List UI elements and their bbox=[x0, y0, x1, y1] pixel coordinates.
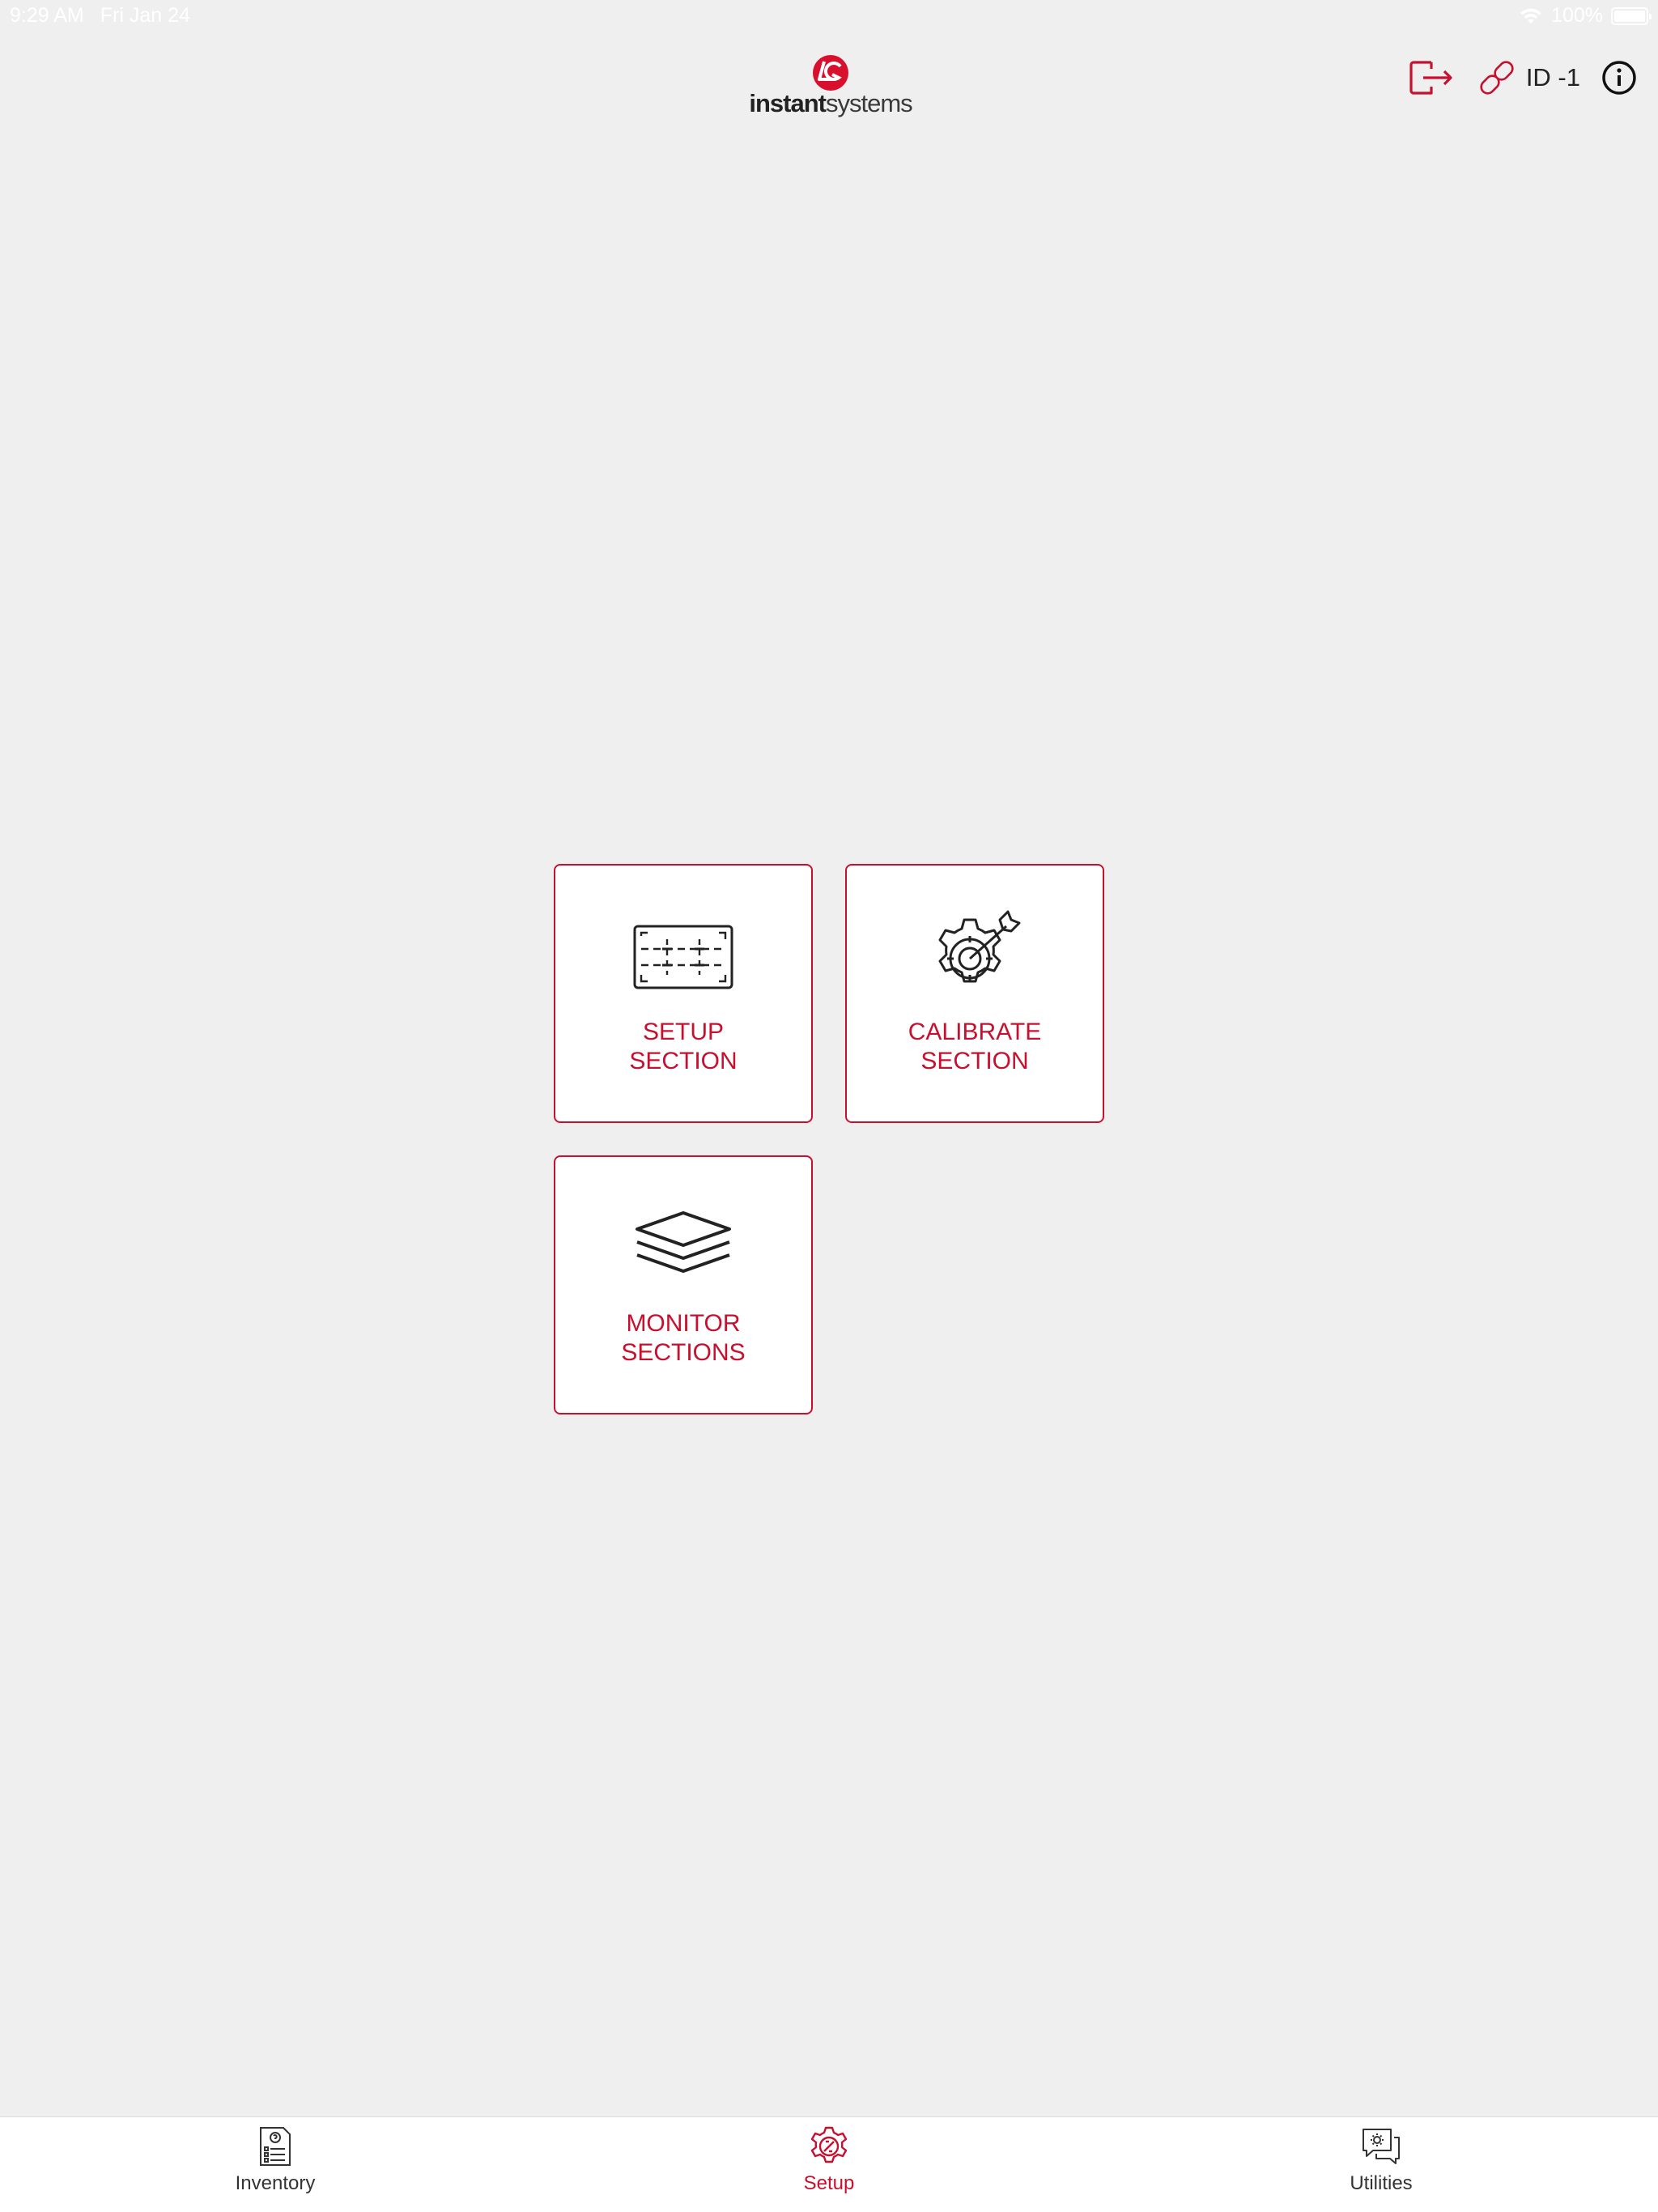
utilities-chat-gear-icon bbox=[1363, 2129, 1400, 2164]
tab-label: Utilities bbox=[1350, 2172, 1413, 2194]
setup-section-tile[interactable]: SETUP SECTION bbox=[554, 864, 813, 1123]
setup-gear-icon bbox=[810, 2126, 848, 2163]
tile-label-line2: SECTION bbox=[629, 1048, 738, 1074]
tile-label-line2: SECTION bbox=[920, 1048, 1029, 1074]
tile-label-line1: MONITOR bbox=[626, 1310, 741, 1337]
tab-setup[interactable]: Setup bbox=[708, 2117, 950, 2212]
monitor-sections-tile[interactable]: MONITOR SECTIONS bbox=[554, 1155, 813, 1414]
info-button[interactable] bbox=[1600, 58, 1639, 97]
logout-button[interactable] bbox=[1406, 55, 1456, 100]
status-right: 100% bbox=[1519, 4, 1652, 28]
tile-icon-wrapper bbox=[631, 1204, 736, 1293]
status-date: Fri Jan 24 bbox=[100, 4, 190, 27]
logout-icon bbox=[1409, 61, 1452, 95]
tab-utilities[interactable]: Utilities bbox=[1260, 2117, 1503, 2212]
instant-systems-logo: instantsystems bbox=[746, 52, 916, 125]
tile-label-line1: SETUP bbox=[642, 1019, 725, 1045]
device-id-label: ID -1 bbox=[1525, 63, 1580, 91]
status-left: 9:29 AM Fri Jan 24 bbox=[10, 4, 190, 28]
tab-icon-wrapper bbox=[808, 2125, 850, 2167]
tab-icon-wrapper bbox=[1360, 2125, 1402, 2167]
tile-label-line1: CALIBRATE bbox=[908, 1019, 1042, 1045]
status-bar: 9:29 AM Fri Jan 24 100% bbox=[0, 0, 1658, 32]
tile-label: SETUP SECTION bbox=[555, 1018, 811, 1076]
tab-label: Inventory bbox=[235, 2172, 316, 2194]
logo-text: instantsystems bbox=[749, 89, 912, 118]
tile-icon-wrapper bbox=[631, 912, 736, 1002]
link-button[interactable] bbox=[1474, 55, 1520, 100]
battery-percent: 100% bbox=[1551, 4, 1603, 27]
wifi-icon bbox=[1520, 8, 1542, 23]
tab-bar: Inventory Setup Utilities bbox=[0, 2116, 1658, 2212]
info-icon bbox=[1602, 61, 1636, 95]
tab-inventory[interactable]: Inventory bbox=[154, 2117, 397, 2212]
grid-layout-icon bbox=[633, 925, 733, 989]
battery-icon bbox=[1611, 6, 1652, 25]
instant-systems-logo-icon bbox=[813, 55, 848, 91]
header-actions: ID -1 bbox=[1406, 55, 1639, 100]
gear-target-icon bbox=[938, 910, 1021, 983]
tile-label: MONITOR SECTIONS bbox=[555, 1309, 811, 1368]
logo-text-bold: instant bbox=[749, 89, 827, 117]
inventory-document-icon bbox=[260, 2127, 291, 2166]
logo-text-regular: systems bbox=[825, 89, 913, 117]
tile-label: CALIBRATE SECTION bbox=[847, 1018, 1103, 1076]
calibrate-section-tile[interactable]: CALIBRATE SECTION bbox=[845, 864, 1104, 1123]
tile-label-line2: SECTIONS bbox=[621, 1339, 746, 1366]
tile-icon-wrapper bbox=[922, 910, 1027, 1002]
status-time: 9:29 AM bbox=[10, 4, 84, 27]
layers-icon bbox=[636, 1211, 731, 1273]
tab-icon-wrapper bbox=[254, 2125, 296, 2167]
tab-label: Setup bbox=[803, 2172, 855, 2194]
link-icon bbox=[1480, 61, 1514, 95]
battery-level bbox=[1614, 10, 1645, 22]
